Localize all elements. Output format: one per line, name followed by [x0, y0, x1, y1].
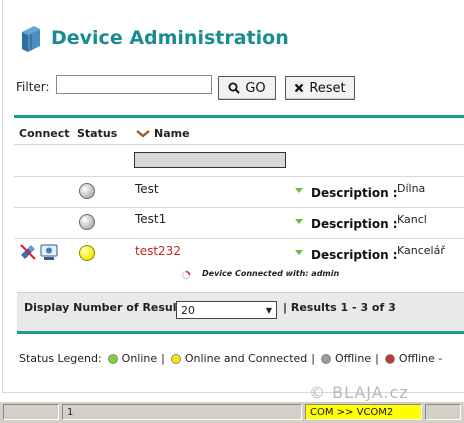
name-filter-input[interactable] [134, 152, 286, 168]
page-title: Device Administration [51, 27, 289, 49]
filter-label: Filter: [16, 80, 50, 94]
status-bar-cell [425, 404, 461, 420]
row-divider [14, 238, 464, 239]
legend-item: Offline - [398, 352, 443, 365]
legend-item: Online [121, 352, 158, 365]
legend-item: Online and Connected [184, 352, 308, 365]
sort-descending-icon [136, 129, 150, 138]
display-results-label: Display Number of Results [24, 301, 189, 314]
device-name[interactable]: test232 [135, 244, 181, 258]
expand-description-icon[interactable] [295, 219, 303, 224]
legend-online-connected-dot [170, 353, 181, 364]
header-divider [14, 144, 464, 145]
description-value: Kancl [397, 213, 427, 226]
status-offline-indicator [79, 214, 95, 230]
expand-description-icon[interactable] [295, 188, 303, 193]
com-port-indicator: COM >> VCOM2 [305, 404, 422, 420]
search-icon [228, 82, 241, 94]
results-per-page-select[interactable]: 20 ▼ [176, 301, 277, 319]
description-value: Dílna [397, 182, 426, 195]
status-legend: Status Legend: Online | Online and Conne… [19, 352, 443, 365]
description-label: Description : [311, 186, 398, 200]
chevron-down-icon: ▼ [265, 305, 273, 315]
device-admin-icon [22, 26, 40, 52]
column-header-name-label: Name [154, 127, 190, 140]
table-bottom-rule [17, 331, 464, 334]
table-top-rule [14, 115, 464, 118]
status-bar-cell [3, 404, 59, 420]
column-header-connect: Connect [19, 127, 70, 140]
description-label: Description : [311, 248, 398, 262]
results-count: | Results 1 - 3 of 3 [283, 301, 396, 314]
status-bar-cell: 1 [62, 404, 302, 420]
filter-input[interactable] [56, 75, 212, 94]
go-button[interactable]: GO [218, 76, 276, 100]
column-header-name[interactable]: Name [136, 127, 190, 140]
connection-status-note: Device Connected with: admin [202, 269, 340, 278]
reset-button[interactable]: Reset [285, 76, 355, 100]
disconnect-icon[interactable] [19, 243, 37, 261]
column-header-status: Status [77, 127, 118, 140]
expand-description-icon[interactable] [295, 250, 303, 255]
description-label: Description : [311, 217, 398, 231]
reset-button-label: Reset [309, 80, 346, 96]
console-icon[interactable] [39, 243, 59, 261]
legend-offline-dot [321, 353, 331, 364]
go-button-label: GO [245, 80, 266, 96]
row-divider [14, 207, 464, 208]
page-header: Device Administration [18, 20, 289, 56]
description-value: Kancelář [397, 244, 445, 257]
legend-offline-alert-dot [384, 353, 395, 364]
legend-item: Offline [335, 352, 372, 365]
status-offline-indicator [79, 183, 95, 199]
legend-label: Status Legend: [19, 352, 102, 365]
watermark: © BLAJA.cz [309, 383, 409, 402]
loading-spinner-icon [181, 270, 191, 280]
status-online-connected-indicator [79, 245, 95, 261]
results-per-page-value: 20 [181, 303, 195, 317]
device-name[interactable]: Test1 [135, 212, 166, 226]
row-divider [14, 176, 464, 177]
legend-online-dot [107, 353, 118, 364]
close-icon [295, 83, 304, 93]
device-name[interactable]: Test [135, 182, 159, 196]
